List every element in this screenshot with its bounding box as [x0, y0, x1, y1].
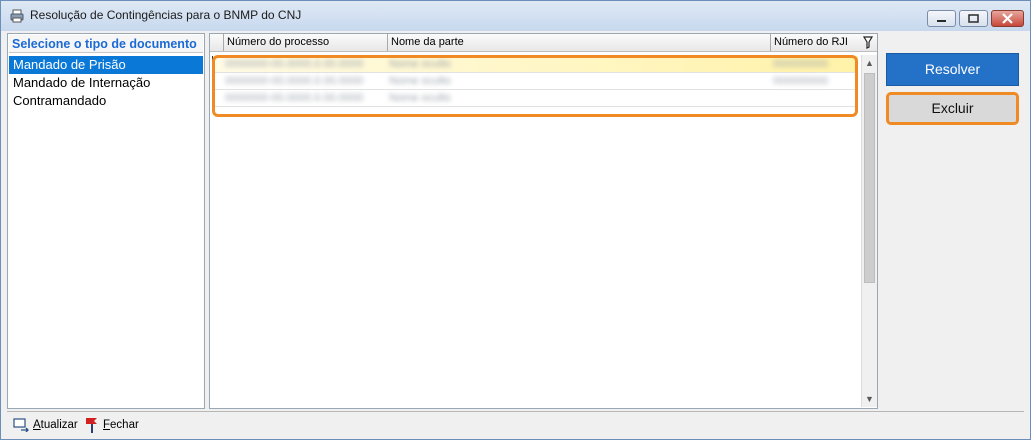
maximize-icon	[968, 14, 979, 23]
fechar-label: echar	[110, 419, 139, 431]
row-indicator-header	[210, 34, 223, 51]
title-bar[interactable]: Resolução de Contingências para o BNMP d…	[1, 1, 1030, 31]
document-type-list: Mandado de Prisão Mandado de Internação …	[9, 56, 203, 110]
column-header-parte[interactable]: Nome da parte	[387, 34, 770, 51]
exit-icon	[86, 418, 97, 433]
scroll-up-icon[interactable]: ▲	[862, 55, 877, 71]
document-type-panel: Selecione o tipo de documento Mandado de…	[7, 33, 205, 409]
close-button[interactable]	[991, 10, 1024, 27]
document-type-item[interactable]: Mandado de Prisão	[9, 56, 203, 74]
atualizar-button[interactable]: Atualizar	[13, 417, 78, 433]
filter-icon[interactable]	[859, 34, 877, 51]
document-type-header: Selecione o tipo de documento	[9, 35, 203, 53]
highlight-annotation-rows	[212, 55, 858, 117]
printer-icon	[10, 9, 24, 23]
minimize-icon	[937, 20, 946, 22]
scroll-down-icon[interactable]: ▼	[862, 391, 877, 407]
close-icon	[1002, 13, 1013, 24]
column-header-rji[interactable]: Número do RJI	[770, 34, 860, 51]
window-title: Resolução de Contingências para o BNMP d…	[30, 8, 302, 22]
grid-header: Número do processo Nome da parte Número …	[210, 34, 877, 52]
resolver-button[interactable]: Resolver	[886, 53, 1019, 86]
refresh-icon	[13, 418, 29, 432]
atualizar-label: tualizar	[40, 419, 78, 431]
main-window: Resolução de Contingências para o BNMP d…	[0, 0, 1031, 440]
vertical-scrollbar[interactable]: ▲ ▼	[861, 55, 877, 407]
atualizar-mnemonic: A	[33, 419, 41, 431]
document-type-item[interactable]: Mandado de Internação	[9, 74, 203, 92]
window-controls	[927, 10, 1024, 27]
scroll-thumb[interactable]	[864, 73, 875, 283]
document-type-item[interactable]: Contramandado	[9, 92, 203, 110]
fechar-button[interactable]: Fechar	[85, 417, 139, 433]
column-header-processo[interactable]: Número do processo	[223, 34, 387, 51]
footer-toolbar: Atualizar Fechar	[7, 411, 1024, 436]
minimize-button[interactable]	[927, 10, 956, 27]
excluir-button[interactable]: Excluir	[886, 92, 1019, 125]
maximize-button[interactable]	[959, 10, 988, 27]
fechar-mnemonic: F	[103, 419, 111, 431]
